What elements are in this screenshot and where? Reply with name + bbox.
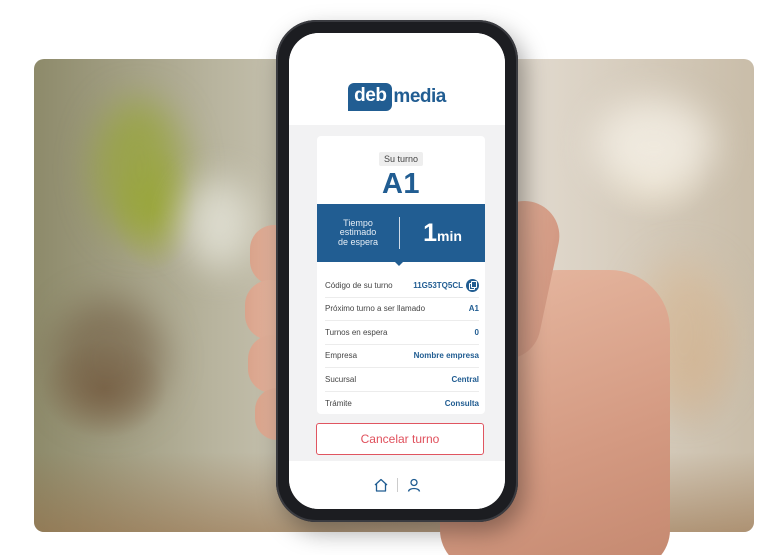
- logo-mark: deb: [348, 83, 393, 111]
- phone-screen: deb media Su turno A1 Tiempo estimado de…: [289, 33, 505, 509]
- home-icon[interactable]: [373, 477, 389, 493]
- phone-device: deb media Su turno A1 Tiempo estimado de…: [276, 20, 518, 522]
- detail-label: Turnos en espera: [325, 327, 388, 337]
- detail-label: Trámite: [325, 398, 352, 408]
- detail-label: Empresa: [325, 351, 358, 361]
- detail-label: Sucursal: [325, 374, 357, 384]
- detail-row-tramite: Trámite Consulta: [325, 392, 479, 416]
- detail-value: Central: [451, 374, 479, 384]
- detail-value: 0: [474, 327, 479, 337]
- bottom-nav: [289, 461, 505, 509]
- turn-label: Su turno: [378, 152, 424, 166]
- copy-icon[interactable]: [466, 278, 479, 292]
- detail-value: Consulta: [444, 398, 479, 408]
- user-icon[interactable]: [406, 477, 422, 493]
- turn-code-value: 11G53TQ5CL: [413, 280, 463, 290]
- debmedia-logo: deb media: [348, 83, 446, 111]
- wait-time-number: 1: [423, 218, 437, 247]
- detail-row-espera: Turnos en espera 0: [325, 321, 479, 345]
- logo-wordmark: media: [393, 86, 446, 107]
- wait-time-value: 1min: [400, 219, 485, 248]
- detail-row-codigo: Código de su turno 11G53TQ5CL: [325, 274, 479, 298]
- detail-row-empresa: Empresa Nombre empresa: [325, 345, 479, 368]
- detail-value: A1: [468, 304, 479, 314]
- wait-caption-line: de espera: [337, 236, 379, 247]
- wait-banner-pointer: [395, 262, 403, 266]
- wait-time-banner: Tiempo estimado de espera 1min: [317, 204, 485, 262]
- turn-details-list: Código de su turno 11G53TQ5CL Próximo tu…: [325, 274, 479, 415]
- detail-label: Próximo turno a ser llamado: [325, 304, 426, 314]
- detail-row-proximo: Próximo turno a ser llamado A1: [325, 298, 479, 321]
- cancel-turn-button[interactable]: Cancelar turno: [316, 423, 484, 455]
- turn-code: A1: [381, 168, 421, 200]
- detail-row-sucursal: Sucursal Central: [325, 368, 479, 392]
- detail-label: Código de su turno: [325, 280, 393, 290]
- wait-time-unit: min: [437, 227, 462, 244]
- nav-separator: [396, 478, 398, 492]
- turn-card: Su turno A1 Tiempo estimado de espera 1m…: [317, 136, 485, 414]
- detail-value: Nombre empresa: [413, 351, 479, 361]
- app-header: deb media: [289, 33, 505, 125]
- detail-value: 11G53TQ5CL: [413, 278, 479, 292]
- wait-time-caption: Tiempo estimado de espera: [317, 218, 399, 248]
